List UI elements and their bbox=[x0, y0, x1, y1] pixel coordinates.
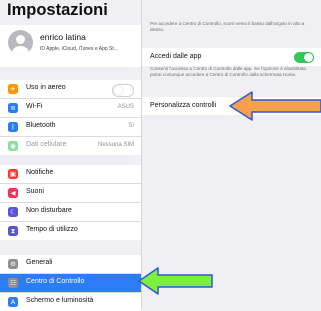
annotation-arrow-customize-controls bbox=[229, 91, 321, 121]
annotation-arrows bbox=[138, 91, 321, 295]
annotation-arrow-control-center bbox=[138, 267, 213, 295]
